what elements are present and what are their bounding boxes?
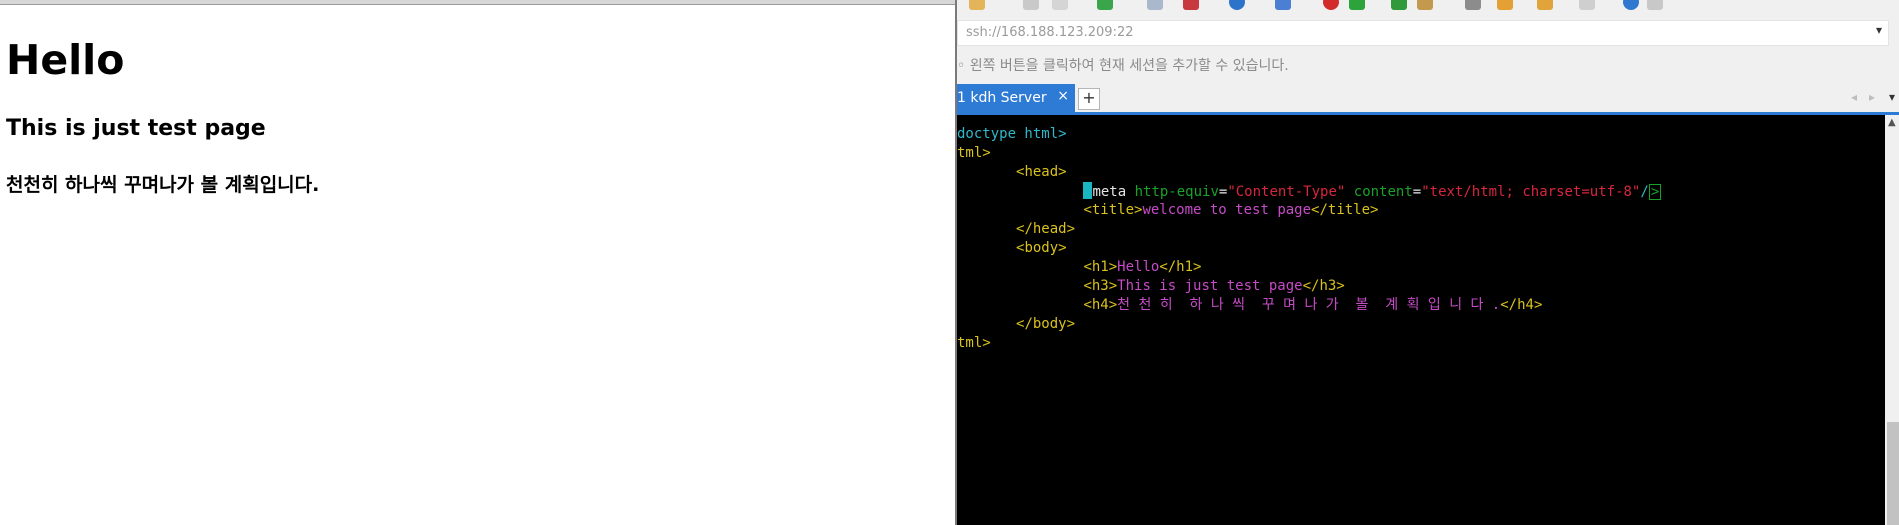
terminal-line: <head> bbox=[957, 163, 1067, 182]
page-heading-h3: This is just test page bbox=[6, 116, 266, 141]
terminal-token: </h3> bbox=[1302, 278, 1345, 294]
trash-icon[interactable] bbox=[1052, 0, 1068, 10]
transfer-icon[interactable] bbox=[1391, 0, 1407, 10]
terminal-line: <h1>Hello</h1> bbox=[957, 258, 1201, 277]
terminal-output[interactable]: doctype html> tml> <head> meta http-equiv… bbox=[957, 115, 1885, 525]
session-hint-text: ◦ 왼쪽 버튼을 클릭하여 현재 세션을 추가할 수 있습니다. bbox=[957, 58, 1289, 74]
terminal-line: </head> bbox=[957, 220, 1075, 239]
terminal-line: <body> bbox=[957, 239, 1067, 258]
terminal-token: </h4> bbox=[1500, 297, 1543, 313]
terminal-token: "text/html; charset=utf-8" bbox=[1421, 184, 1641, 200]
terminal-token: <body> bbox=[1016, 240, 1067, 256]
terminal-token: This is just test page bbox=[1117, 278, 1303, 294]
stop-icon[interactable] bbox=[1183, 0, 1199, 10]
terminal-token: = bbox=[1412, 184, 1422, 200]
upload-icon[interactable] bbox=[1497, 0, 1513, 10]
browser-page: Hello This is just test page 천천히 하나씩 꾸며나… bbox=[0, 0, 955, 525]
ssh-client-window: ssh://168.188.123.209:22 ▾ ◦ 왼쪽 버튼을 클릭하여… bbox=[955, 0, 1899, 525]
terminal-token: welcome to test page bbox=[1142, 202, 1312, 218]
tab-label: 1 kdh Server bbox=[957, 90, 1047, 106]
terminal-line: tml> bbox=[957, 144, 991, 163]
page-heading-h1: Hello bbox=[6, 36, 125, 84]
tab-scroll-right-icon[interactable]: ▸ bbox=[1869, 90, 1875, 104]
chat-icon[interactable] bbox=[1647, 0, 1663, 10]
disconnect-icon[interactable] bbox=[1023, 0, 1039, 10]
terminal-token: Hello bbox=[1117, 259, 1160, 275]
terminal-token: meta bbox=[1092, 184, 1135, 200]
session-tab-bar: 1 kdh Server × + ◂ ▸ ▾ bbox=[957, 84, 1899, 115]
tab-kdh-server[interactable]: 1 kdh Server × bbox=[957, 84, 1075, 112]
terminal-line: </body> bbox=[957, 315, 1075, 334]
globe-icon[interactable] bbox=[1229, 0, 1245, 10]
info-icon[interactable] bbox=[1623, 0, 1639, 10]
tab-close-icon[interactable]: × bbox=[1057, 88, 1069, 104]
terminal-token: <head> bbox=[1016, 164, 1067, 180]
terminal-token: content bbox=[1353, 184, 1413, 200]
terminal-token: <title> bbox=[1083, 202, 1143, 218]
terminal-token: "Content-Type" bbox=[1227, 184, 1354, 200]
terminal-token: <h3> bbox=[1083, 278, 1118, 294]
terminal-token: </body> bbox=[1016, 316, 1076, 332]
terminal-line: doctype html> bbox=[957, 125, 1067, 144]
keyboard-icon[interactable] bbox=[1465, 0, 1481, 10]
terminal-token: </h1> bbox=[1159, 259, 1202, 275]
green-icon[interactable] bbox=[1349, 0, 1365, 10]
terminal-line: meta http-equiv="Content-Type" content="… bbox=[957, 182, 1662, 201]
address-bar[interactable]: ssh://168.188.123.209:22 ▾ bbox=[957, 20, 1889, 46]
session-hint-bar: ◦ 왼쪽 버튼을 클릭하여 현재 세션을 추가할 수 있습니다. bbox=[957, 52, 1899, 76]
terminal-token: </title> bbox=[1311, 202, 1379, 218]
terminal-token: 천 천 히 하 나 씩 꾸 며 나 가 볼 계 획 입 니 다 . bbox=[1117, 297, 1501, 313]
terminal-line: <h4>천 천 히 하 나 씩 꾸 며 나 가 볼 계 획 입 니 다 .</h… bbox=[957, 296, 1542, 315]
terminal-scrollbar[interactable]: ▲ bbox=[1885, 115, 1899, 525]
red-icon[interactable] bbox=[1323, 0, 1339, 10]
scroll-up-icon[interactable]: ▲ bbox=[1888, 117, 1896, 128]
terminal-token: / bbox=[1640, 184, 1649, 200]
terminal-line: <h3>This is just test page</h3> bbox=[957, 277, 1345, 296]
terminal-token: </head> bbox=[1016, 221, 1076, 237]
terminal-token: tml> bbox=[957, 145, 991, 161]
terminal-token: tml> bbox=[957, 335, 991, 351]
box-icon[interactable] bbox=[1417, 0, 1433, 10]
terminal-token: <h4> bbox=[1083, 297, 1118, 313]
terminal-token: doctype html> bbox=[957, 126, 1067, 142]
toolbar bbox=[957, 0, 1899, 14]
lock-icon[interactable] bbox=[1537, 0, 1553, 10]
font-icon[interactable] bbox=[1275, 0, 1291, 10]
address-dropdown-icon[interactable]: ▾ bbox=[1876, 23, 1882, 37]
scrollbar-thumb[interactable] bbox=[1887, 422, 1899, 525]
search-icon[interactable] bbox=[1147, 0, 1163, 10]
browser-top-border bbox=[0, 0, 955, 5]
terminal-line: tml> bbox=[957, 334, 991, 353]
tab-menu-icon[interactable]: ▾ bbox=[1889, 90, 1895, 104]
add-tab-button[interactable]: + bbox=[1078, 88, 1100, 110]
settings-icon[interactable] bbox=[1097, 0, 1113, 10]
page-heading-h4: 천천히 하나씩 꾸며나가 볼 계획입니다. bbox=[6, 174, 320, 196]
terminal-token: <h1> bbox=[1083, 259, 1118, 275]
terminal-token: http-equiv bbox=[1134, 184, 1219, 200]
address-input[interactable]: ssh://168.188.123.209:22 bbox=[966, 25, 1134, 40]
terminal-line: <title>welcome to test page</title> bbox=[957, 201, 1378, 220]
doc-icon[interactable] bbox=[1579, 0, 1595, 10]
tab-scroll-left-icon[interactable]: ◂ bbox=[1851, 90, 1857, 104]
folder-icon[interactable] bbox=[969, 0, 985, 10]
terminal-highlight: > bbox=[1648, 184, 1662, 200]
